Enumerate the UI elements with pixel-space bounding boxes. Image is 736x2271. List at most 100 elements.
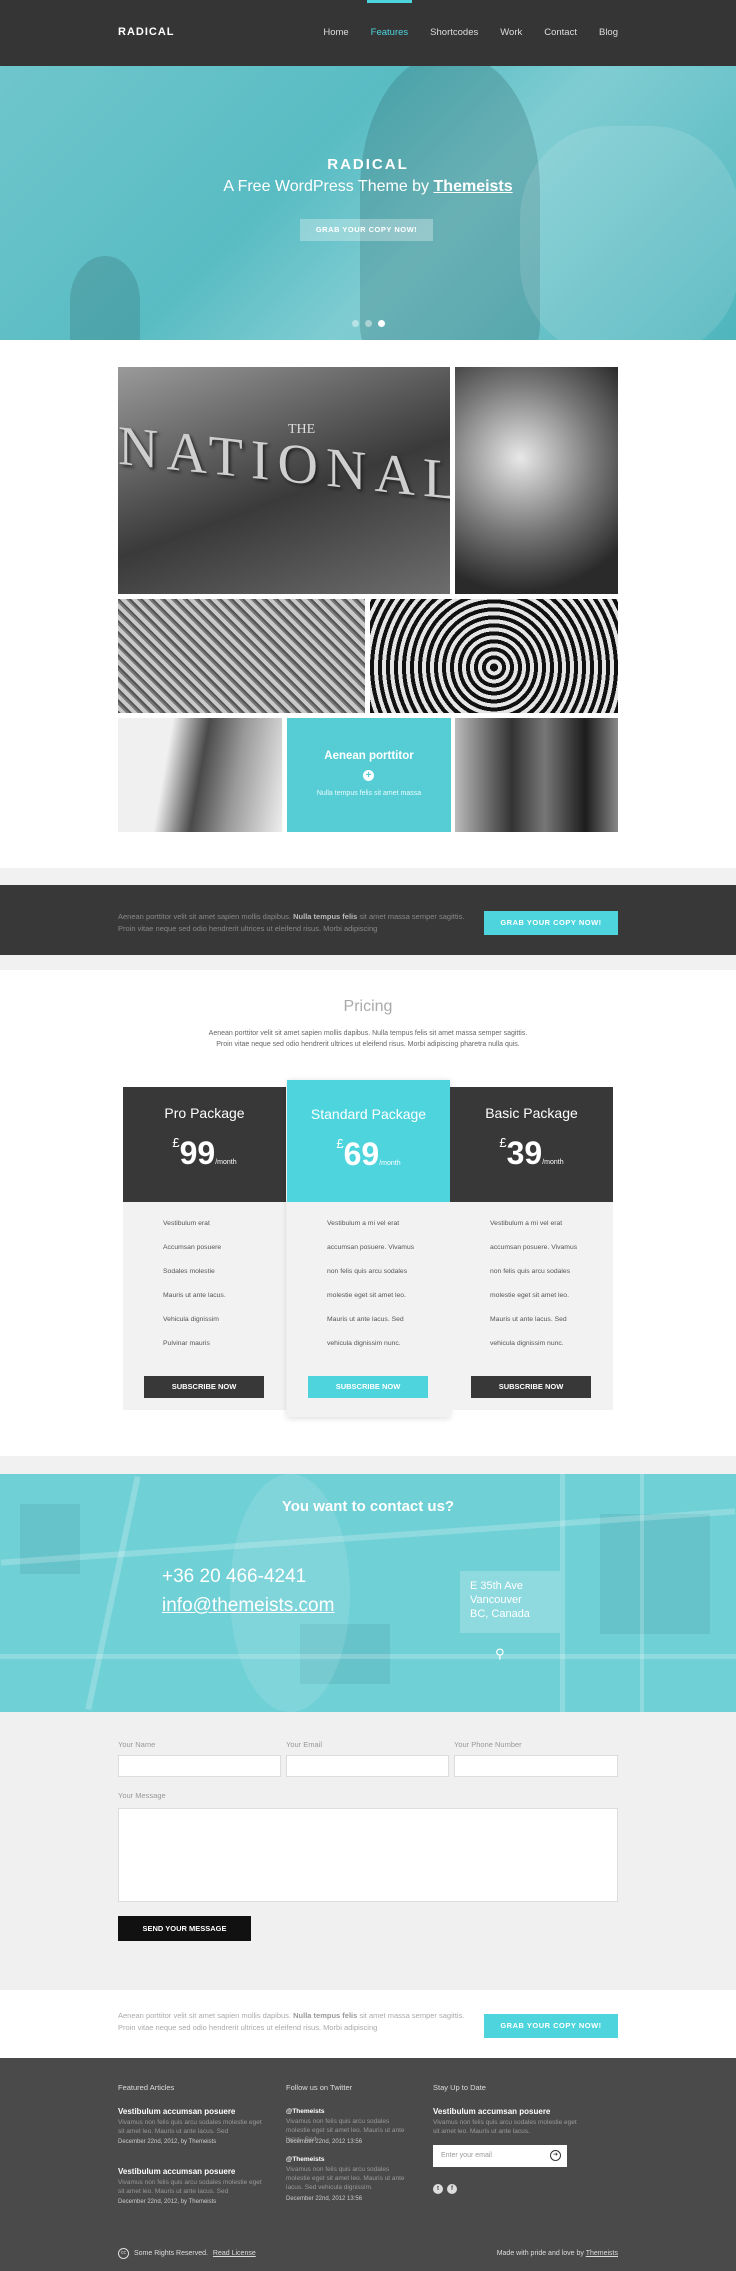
hero-image-background-figure — [70, 256, 140, 340]
plan-feature: Vehicula dignissim — [163, 1316, 219, 1323]
newsletter-title: Vestibulum accumsan posuere — [433, 2107, 551, 2116]
send-message-button[interactable]: SEND YOUR MESSAGE — [118, 1916, 251, 1941]
page: RADICAL Home Features Shortcodes Work Co… — [0, 0, 736, 2271]
site-header: RADICAL Home Features Shortcodes Work Co… — [0, 0, 736, 66]
made-by-text: Made with pride and love by — [496, 2250, 584, 2257]
nav-contact[interactable]: Contact — [544, 27, 577, 38]
nav-home[interactable]: Home — [323, 27, 348, 38]
contact-email[interactable]: info@themeists.com — [162, 1595, 334, 1617]
cta-text-a: Aenean porttitor velit sit amet sapien m… — [118, 912, 292, 921]
hero-title: RADICAL — [327, 156, 409, 173]
made-by-link[interactable]: Themeists — [586, 2250, 618, 2257]
cta-grab-button[interactable]: GRAB YOUR COPY NOW! — [484, 911, 618, 935]
contact-phone[interactable]: +36 20 466-4241 — [162, 1566, 306, 1588]
slider-dot[interactable] — [352, 320, 359, 327]
plan-currency: £ — [499, 1135, 507, 1150]
pricing-section: Pricing Aenean porttitor velit sit amet … — [0, 970, 736, 1456]
gallery-image-portrait[interactable] — [118, 718, 282, 832]
plan-amount: 99 — [179, 1135, 216, 1171]
gallery-image-branches[interactable] — [118, 599, 365, 713]
gallery-image-ornament[interactable] — [370, 599, 618, 713]
hero-subtitle-link[interactable]: Themeists — [434, 178, 513, 195]
article-date: December 22nd, 2012, by Themeists — [118, 2199, 217, 2205]
nav-work[interactable]: Work — [500, 27, 522, 38]
submit-arrow-icon[interactable]: ➜ — [550, 2150, 561, 2161]
cta-banner-text: Aenean porttitor velit sit amet sapien m… — [118, 911, 478, 935]
plan-feature: Vestibulum a mi vel erat — [490, 1220, 563, 1227]
plan-feature: Pulvinar mauris — [163, 1340, 210, 1347]
tweet-handle[interactable]: @Themeists — [286, 2108, 325, 2115]
newsletter-email-input[interactable]: Enter your email ➜ — [433, 2145, 567, 2167]
hero-subtitle: A Free WordPress Theme by Themeists — [0, 178, 736, 196]
facebook-icon[interactable]: f — [447, 2184, 457, 2194]
cta-banner: Aenean porttitor velit sit amet sapien m… — [0, 885, 736, 955]
email-input[interactable] — [286, 1755, 449, 1777]
plan-feature: accumsan posuere. Vivamus — [327, 1244, 415, 1251]
articles-heading: Featured Articles — [118, 2083, 175, 2092]
subscribe-button[interactable]: SUBSCRIBE NOW — [308, 1376, 428, 1398]
newsletter-heading: Stay Up to Date — [433, 2083, 486, 2092]
map-road — [0, 1654, 736, 1659]
cta-banner-text: Aenean porttitor velit sit amet sapien m… — [118, 2010, 478, 2034]
plan-basic: Basic Package £39/month Vestibulum a mi … — [450, 1087, 613, 1410]
plan-features: Vestibulum a mi vel erat accumsan posuer… — [327, 1220, 414, 1364]
copyright: cc Some Rights Reserved. Read License — [118, 2248, 256, 2259]
plan-currency: £ — [336, 1136, 344, 1151]
slider-dots — [352, 320, 385, 327]
plan-period: /month — [379, 1160, 401, 1167]
cta-grab-button[interactable]: GRAB YOUR COPY NOW! — [484, 2014, 618, 2038]
cta-banner-light: Aenean porttitor velit sit amet sapien m… — [0, 1990, 736, 2058]
nav-features[interactable]: Features — [366, 0, 412, 38]
twitter-icon[interactable]: t — [433, 2184, 443, 2194]
newsletter-body: Vivamus non felis quis arcu sodales mole… — [433, 2119, 577, 2135]
gallery-hover-overlay[interactable]: Aenean porttitor + Nulla tempus felis si… — [287, 718, 451, 832]
gallery-image-curls[interactable] — [455, 367, 618, 594]
phone-input[interactable] — [454, 1755, 618, 1777]
plan-header: Standard Package £69/month — [287, 1080, 450, 1202]
message-textarea[interactable] — [118, 1808, 618, 1902]
subscribe-button[interactable]: SUBSCRIBE NOW — [144, 1376, 264, 1398]
plan-features: Vestibulum erat Accumsan posuere Sodales… — [163, 1220, 226, 1364]
plan-header: Basic Package £39/month — [450, 1087, 613, 1202]
plan-price: £99/month — [123, 1135, 286, 1172]
plan-feature: Vestibulum erat — [163, 1220, 210, 1227]
plan-name: Pro Package — [164, 1105, 245, 1121]
cta-text-bold: Nulla tempus felis — [293, 912, 358, 921]
cta-text-a: Aenean porttitor velit sit amet sapien m… — [118, 2011, 292, 2020]
cta-text-bold: Nulla tempus felis — [293, 2011, 358, 2020]
subscribe-button[interactable]: SUBSCRIBE NOW — [471, 1376, 591, 1398]
article-body: Vivamus non felis quis arcu sodales mole… — [118, 2179, 262, 2195]
email-label: Your Email — [286, 1740, 322, 1749]
slider-dot-active[interactable] — [378, 320, 385, 327]
plan-currency: £ — [172, 1135, 180, 1150]
nav-shortcodes[interactable]: Shortcodes — [430, 27, 478, 38]
license-link[interactable]: Read License — [213, 2250, 256, 2257]
made-by: Made with pride and love by Themeists — [497, 2250, 618, 2257]
plan-feature: accumsan posuere. Vivamus — [490, 1244, 578, 1251]
plan-feature: Mauris ut ante lacus. Sed — [490, 1316, 567, 1323]
nav-blog[interactable]: Blog — [599, 27, 618, 38]
slider-dot[interactable] — [365, 320, 372, 327]
plan-feature: Mauris ut ante lacus. Sed — [327, 1316, 404, 1323]
hero-grab-button[interactable]: GRAB YOUR COPY NOW! — [300, 219, 433, 241]
contact-map-section: You want to contact us? +36 20 466-4241 … — [0, 1474, 736, 1712]
article-title[interactable]: Vestibulum accumsan posuere — [118, 2107, 235, 2116]
plan-feature: non felis quis arcu sodales — [490, 1268, 571, 1275]
plan-header: Pro Package £99/month — [123, 1087, 286, 1202]
plan-standard: Standard Package £69/month Vestibulum a … — [287, 1080, 450, 1417]
tweet-handle[interactable]: @Themeists — [286, 2156, 325, 2163]
plus-icon[interactable]: + — [363, 770, 374, 781]
address-line: Vancouver — [470, 1594, 522, 1606]
main-nav: Home Features Shortcodes Work Contact Bl… — [323, 0, 618, 38]
contact-title: You want to contact us? — [281, 1498, 455, 1515]
plan-amount: 39 — [506, 1135, 543, 1171]
gallery-image-national-sign[interactable]: THE NATIONAL — [118, 367, 450, 594]
name-input[interactable] — [118, 1755, 281, 1777]
site-logo[interactable]: RADICAL — [118, 26, 175, 38]
map-pin-icon[interactable]: ⚲ — [495, 1646, 505, 1662]
article-title[interactable]: Vestibulum accumsan posuere — [118, 2167, 235, 2176]
gallery-image-woman[interactable] — [455, 718, 618, 832]
plan-price: £39/month — [450, 1135, 613, 1172]
plan-feature: Sodales molestie — [163, 1268, 215, 1275]
plan-feature: non felis quis arcu sodales — [327, 1268, 408, 1275]
